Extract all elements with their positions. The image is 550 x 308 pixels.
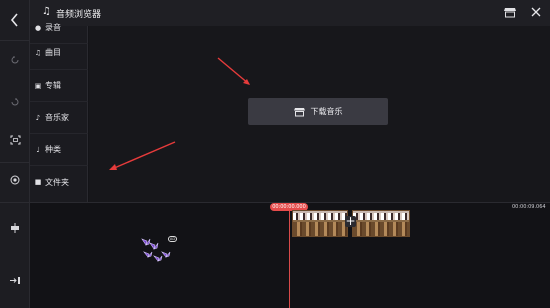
menu-item-tracks[interactable]: ♫ 曲目: [30, 36, 88, 70]
clip-thumbnail-strip: [293, 213, 347, 220]
menu-item-label: 文件夹: [45, 177, 69, 187]
menu-item-albums[interactable]: ▣ 专辑: [30, 70, 88, 102]
rail-divider: [0, 162, 30, 163]
target-button[interactable]: [0, 168, 30, 192]
store-icon: [293, 107, 305, 116]
video-clip[interactable]: [352, 210, 410, 237]
undo-icon: [11, 56, 19, 64]
artist-icon: ♪: [35, 113, 41, 122]
mic-icon: ●: [34, 23, 42, 32]
rail-divider: [0, 202, 30, 203]
add-clip-button[interactable]: +: [345, 215, 356, 227]
guitar-icon: ♩: [36, 145, 40, 154]
main-panel: 下载音乐: [89, 26, 550, 202]
redo-icon: [11, 98, 19, 106]
timeline[interactable]: 00:00:00.000 00:00:09.064 + AD: [30, 202, 550, 308]
fullscreen-button[interactable]: [0, 128, 30, 152]
sticker-badge: AD: [168, 236, 177, 242]
album-icon: ▣: [34, 81, 42, 90]
menu-item-artists[interactable]: ♪ 音乐家: [30, 102, 88, 134]
close-icon: [531, 7, 541, 17]
close-button[interactable]: [530, 6, 542, 18]
align-icon: [11, 223, 19, 233]
target-icon: [10, 175, 20, 185]
video-clip[interactable]: [292, 210, 348, 237]
folder-icon: ■: [34, 178, 42, 186]
clip-thumbnail-strip: [353, 213, 409, 220]
music-note-icon: ♫: [34, 48, 42, 57]
menu-item-label: 音乐家: [45, 113, 69, 122]
playhead[interactable]: [289, 211, 290, 308]
align-button[interactable]: [0, 216, 30, 240]
import-button[interactable]: [0, 268, 30, 292]
undo-button[interactable]: [0, 48, 30, 72]
redo-button[interactable]: [0, 90, 30, 114]
menu-item-label: 种类: [45, 145, 61, 154]
menu-item-label: 专辑: [45, 81, 61, 90]
back-button[interactable]: [0, 0, 30, 40]
back-arrow-icon: [10, 13, 18, 27]
clip-thumbnail-strip: [293, 222, 347, 236]
store-button[interactable]: [504, 7, 516, 18]
audio-category-menu: ● 录音 ♫ 曲目 ▣ 专辑 ♪ 音乐家 ♩ 种类 ■ 文件夹: [30, 23, 88, 202]
menu-item-label: 录音: [45, 23, 61, 32]
store-icon: [504, 8, 516, 18]
butterfly-sticker[interactable]: AD: [140, 235, 180, 271]
menu-item-folders[interactable]: ■ 文件夹: [30, 166, 88, 198]
end-timecode: 00:00:09.064: [512, 204, 546, 210]
download-music-label: 下载音乐: [310, 107, 343, 116]
fullscreen-icon: [10, 135, 20, 145]
menu-item-genres[interactable]: ♩ 种类: [30, 134, 88, 166]
clip-thumbnail-strip: [353, 222, 409, 236]
rail-divider: [0, 40, 30, 41]
left-rail: [0, 0, 30, 308]
header-bar: ♫ 音频浏览器: [30, 0, 550, 26]
import-icon: [9, 276, 20, 284]
menu-item-label: 曲目: [45, 48, 61, 57]
download-music-button[interactable]: 下载音乐: [248, 98, 388, 125]
